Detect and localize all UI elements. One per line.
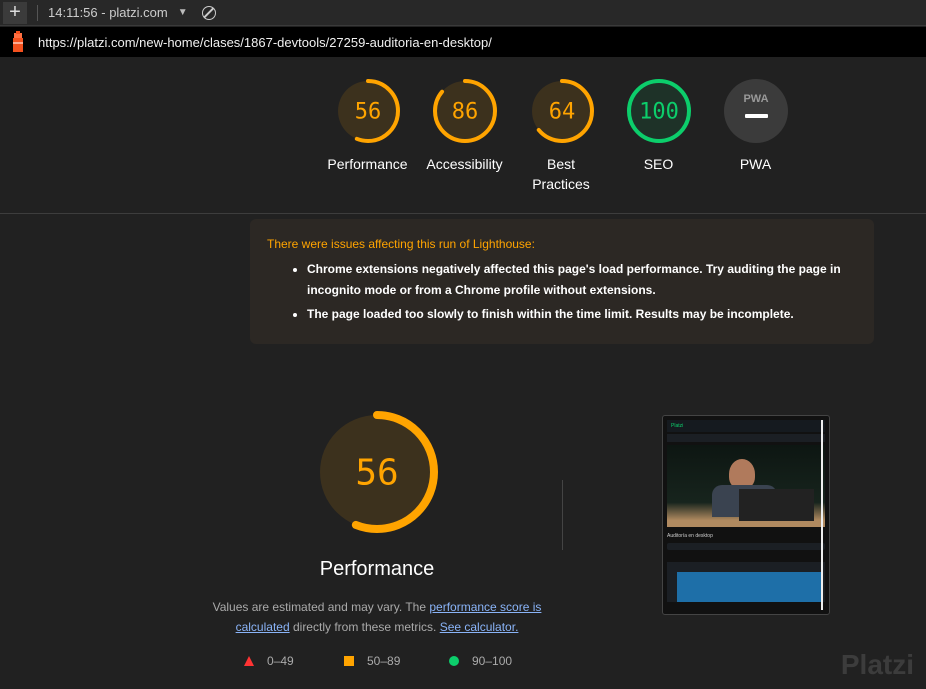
circle-icon: [449, 656, 459, 666]
square-icon: [344, 656, 354, 666]
desc-text: Values are estimated and may vary. The: [212, 600, 430, 614]
clear-icon[interactable]: [201, 5, 216, 20]
score-gauge: 100: [626, 79, 691, 143]
gauge-accessibility[interactable]: 86 Accessibility: [416, 78, 513, 174]
warning-item: The page loaded too slowly to finish wit…: [307, 304, 857, 325]
gauge-label: Accessibility: [426, 156, 503, 172]
pwa-badge-icon: PWA: [723, 79, 788, 143]
divider: [0, 213, 926, 214]
lighthouse-icon: [13, 31, 23, 52]
screenshot-comment: [667, 562, 825, 602]
warning-title: There were issues affecting this run of …: [267, 237, 535, 251]
performance-summary: 56 Performance Values are estimated and …: [213, 410, 541, 637]
screenshot-course-bar: [667, 434, 825, 442]
gauge-label: Best Practices: [532, 156, 590, 192]
report-toolbar: + 14:11:56 - platzi.com ▼: [0, 0, 926, 26]
svg-text:PWA: PWA: [743, 93, 768, 105]
legend-range: 90–100: [472, 654, 513, 668]
performance-gauge: 56: [316, 411, 438, 533]
warning-item: Chrome extensions negatively affected th…: [307, 259, 857, 301]
gauge-label: Performance: [327, 156, 408, 172]
legend-range: 0–49: [267, 654, 294, 668]
divider: [37, 4, 38, 21]
score-gauge: 56: [335, 79, 400, 143]
warning-box: There were issues affecting this run of …: [250, 219, 874, 344]
triangle-icon: [244, 656, 254, 666]
screenshot-input: [667, 543, 825, 550]
score-legend: 0–49 50–89 90–100: [243, 654, 512, 668]
final-screenshot[interactable]: Platzi Auditoría en desktop: [662, 415, 830, 615]
desc-text: directly from these metrics.: [289, 620, 440, 634]
gauge-score: 56: [355, 453, 398, 494]
divider: [562, 480, 563, 550]
screenshot-video: [667, 445, 825, 527]
gauge-performance[interactable]: 56 Performance: [319, 78, 416, 174]
gauge-label: SEO: [643, 156, 674, 172]
performance-description: Values are estimated and may vary. The p…: [207, 597, 547, 637]
audited-url[interactable]: https://platzi.com/new-home/clases/1867-…: [38, 35, 492, 50]
gauge-best-practices[interactable]: 64 Best Practices: [513, 78, 610, 194]
legend-range: 50–89: [367, 654, 401, 668]
see-calculator-link[interactable]: See calculator.: [440, 620, 519, 634]
gauge-score: 100: [639, 100, 679, 125]
report-selector[interactable]: 14:11:56 - platzi.com: [48, 5, 168, 20]
gauge-score: 64: [548, 100, 575, 125]
url-bar: https://platzi.com/new-home/clases/1867-…: [0, 27, 926, 57]
gauge-pwa[interactable]: PWA PWA: [707, 78, 804, 174]
score-gauge: 86: [432, 79, 497, 143]
screenshot-heading: Auditoría en desktop: [667, 533, 713, 539]
screenshot-header: Platzi: [667, 420, 825, 432]
chevron-down-icon[interactable]: ▼: [178, 7, 188, 18]
gauge-score: 56: [354, 100, 381, 125]
performance-title: Performance: [319, 558, 435, 580]
gauge-label: PWA: [739, 156, 772, 172]
platzi-watermark: Platzi: [840, 649, 914, 680]
new-report-button[interactable]: +: [3, 1, 27, 24]
screenshot-scrollbar: [821, 420, 823, 610]
score-gauge: 64: [529, 79, 594, 143]
gauge-seo[interactable]: 100 SEO: [610, 78, 707, 174]
gauge-score: 86: [451, 100, 478, 125]
